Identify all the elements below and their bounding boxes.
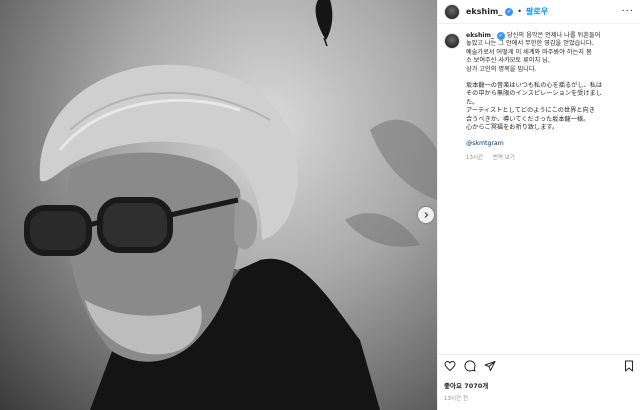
caption-line: 合うべきか、導いてくださった坂本龍一様。	[466, 115, 590, 123]
comment-icon	[464, 359, 476, 371]
caption-line: 예술가로서 어떻게 이 세계와 마주봐야 하는지 몸	[466, 48, 592, 56]
heart-icon	[444, 360, 456, 371]
caption-line: その中から無限のインスピレーションを受けまし	[466, 90, 602, 98]
action-bar	[438, 354, 640, 376]
caption: ekshim_ ✓ 당신의 음악은 언제나 나를 뒤흔들어 놓았고 나는 그 안에…	[438, 24, 640, 162]
like-button[interactable]	[444, 360, 456, 372]
caption-line: 삼가 고인의 명복을 빕니다.	[466, 65, 537, 73]
follow-button[interactable]: 팔로우	[526, 6, 548, 17]
avatar[interactable]	[444, 33, 460, 49]
portrait-image	[24, 0, 437, 410]
bookmark-icon	[625, 360, 633, 371]
post-photo[interactable]	[0, 0, 437, 410]
paper-plane-icon	[484, 360, 496, 371]
caption-body: ekshim_ ✓ 당신의 음악은 언제나 나를 뒤흔들어 놓았고 나는 그 안에…	[466, 32, 634, 162]
username-link[interactable]: ekshim_	[466, 7, 502, 16]
verified-badge-icon: ✓	[497, 32, 506, 40]
caption-line: 놓았고 나는 그 안에서 무한한 영감을 얻었습니다.	[466, 40, 594, 48]
chevron-right-icon	[424, 212, 429, 218]
likes-count[interactable]: 좋아요 7070개	[444, 380, 488, 390]
caption-text: 당신의 음악은 언제나 나를 뒤흔들어	[507, 32, 601, 39]
post-timestamp: 13시간 전	[444, 396, 468, 402]
caption-line: た。	[466, 98, 479, 106]
share-button[interactable]	[484, 360, 496, 372]
more-options-button[interactable]: ···	[621, 6, 634, 17]
carousel-next-button[interactable]	[418, 207, 434, 223]
post-side-panel: ekshim_ ✓ • 팔로우 ··· ekshim_ ✓ 당신의 음악은 언제나…	[437, 0, 640, 410]
translate-link[interactable]: 번역 보기	[493, 155, 515, 161]
verified-badge-icon: ✓	[505, 7, 514, 16]
caption-meta: 13시간 번역 보기	[466, 154, 634, 162]
username-link[interactable]: ekshim_	[466, 32, 494, 39]
post-header: ekshim_ ✓ • 팔로우 ···	[438, 0, 640, 24]
avatar[interactable]	[444, 3, 460, 20]
caption-time: 13시간	[466, 154, 484, 161]
caption-line: 心からご冥福をお祈り致します。	[466, 124, 559, 132]
separator-dot: •	[517, 7, 522, 16]
save-button[interactable]	[623, 360, 635, 372]
caption-line: アーティストとしてどのようにこの世界と向き	[466, 107, 595, 115]
mention-link[interactable]: @skmtgram	[466, 140, 634, 148]
caption-line: 소 보여주신 사카모토 류이치 님,	[466, 57, 550, 65]
comment-button[interactable]	[464, 359, 476, 372]
